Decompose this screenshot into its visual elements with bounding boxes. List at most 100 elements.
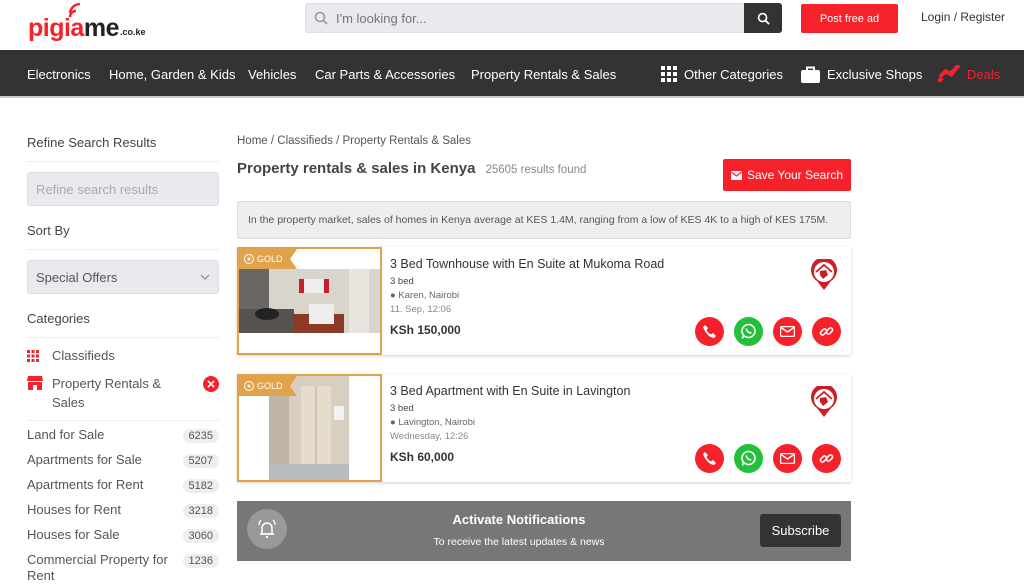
subcategory-label: Land for Sale — [27, 427, 105, 442]
contact-actions — [695, 444, 841, 473]
breadcrumb-home[interactable]: Home — [237, 135, 268, 147]
refine-search-input[interactable]: Refine search results — [27, 172, 219, 206]
subcategory-item[interactable]: Commercial Property for Rent 1236 — [27, 552, 219, 584]
agent-logo-icon[interactable] — [810, 384, 838, 423]
subcategory-item[interactable]: Apartments for Sale 5207 — [27, 452, 219, 477]
save-search-label: Save Your Search — [746, 168, 844, 182]
call-button[interactable] — [695, 444, 724, 473]
handshake-icon — [938, 65, 960, 83]
nav-label: Deals — [967, 66, 1001, 82]
nav-item-exclusive-shops[interactable]: Exclusive Shops — [801, 50, 922, 98]
email-button[interactable] — [773, 444, 802, 473]
listing-beds: 3 bed — [390, 276, 414, 287]
gold-badge: ★ GOLD — [239, 249, 297, 269]
envelope-icon — [730, 170, 742, 180]
nav-label: Other Categories — [684, 66, 783, 82]
badge-label: GOLD — [257, 254, 283, 264]
listing-price: KSh 60,000 — [390, 450, 455, 464]
email-button[interactable] — [773, 317, 802, 346]
listing-location: ● Karen, Nairobi — [390, 290, 459, 301]
nav-item-vehicles[interactable]: Vehicles — [248, 50, 296, 98]
envelope-icon — [780, 326, 795, 337]
whatsapp-button[interactable] — [734, 444, 763, 473]
refine-title: Refine Search Results — [27, 130, 219, 162]
sort-value: Special Offers — [36, 269, 118, 285]
gold-badge: ★ GOLD — [239, 376, 297, 396]
star-icon: ★ — [244, 254, 254, 264]
main-content: Home / Classifieds / Property Rentals & … — [237, 130, 851, 482]
notification-title: Activate Notifications — [452, 512, 586, 527]
breadcrumb-current: Property Rentals & Sales — [342, 135, 471, 147]
link-icon — [819, 454, 834, 463]
listing-location: ● Lavington, Nairobi — [390, 417, 475, 428]
login-register-link[interactable]: Login / Register — [921, 10, 1005, 24]
subcategory-label: Houses for Rent — [27, 502, 121, 517]
search-icon — [306, 11, 336, 25]
subcategory-item[interactable]: Houses for Rent 3218 — [27, 502, 219, 527]
top-header: pigiame.co.ke Post free ad Login / Regis… — [0, 0, 1024, 50]
count-badge: 5182 — [182, 479, 219, 493]
agent-logo-icon[interactable] — [810, 257, 838, 296]
nav-item-deals[interactable]: Deals — [938, 50, 1000, 98]
subcategory-label: Commercial Property for Rent — [27, 552, 168, 583]
phone-icon — [703, 325, 716, 338]
search-bar — [305, 3, 782, 33]
listing-beds: 3 bed — [390, 403, 414, 414]
listing-photo — [239, 269, 380, 333]
whatsapp-button[interactable] — [734, 317, 763, 346]
call-button[interactable] — [695, 317, 724, 346]
listing-thumbnail[interactable]: ★ GOLD — [237, 374, 382, 482]
search-icon — [757, 12, 770, 25]
location-label: Karen, Nairobi — [398, 290, 460, 301]
whatsapp-icon — [741, 323, 756, 339]
site-logo[interactable]: pigia me .co.ke — [28, 3, 146, 42]
listing-thumbnail[interactable]: ★ GOLD — [237, 247, 382, 355]
subcategory-item[interactable]: Houses for Sale 3060 — [27, 527, 219, 552]
sort-by-title: Sort By — [27, 218, 219, 250]
post-free-ad-button[interactable]: Post free ad — [801, 4, 898, 33]
subcategory-item[interactable]: Apartments for Rent 5182 — [27, 477, 219, 502]
listing-title[interactable]: 3 Bed Apartment with En Suite in Lavingt… — [390, 384, 630, 398]
page-heading: Property rentals & sales in Kenya 25605 … — [237, 160, 586, 177]
category-classifieds[interactable]: Classifieds — [27, 348, 219, 365]
logo-tld: .co.ke — [119, 27, 146, 37]
nav-item-property[interactable]: Property Rentals & Sales — [471, 50, 616, 98]
logo-text-dark: me — [83, 14, 120, 42]
listing-card[interactable]: ★ GOLD 3 Bed Townhouse with En Suite at M… — [237, 247, 851, 355]
listing-title[interactable]: 3 Bed Townhouse with En Suite at Mukoma … — [390, 257, 664, 271]
store-icon — [27, 374, 52, 395]
chevron-down-icon — [200, 274, 210, 280]
share-link-button[interactable] — [812, 317, 841, 346]
subcategory-list: Land for Sale 6235 Apartments for Sale 520… — [27, 420, 219, 584]
page-title: Property rentals & sales in Kenya — [237, 160, 476, 177]
search-input[interactable] — [336, 10, 781, 26]
remove-category-icon[interactable] — [203, 376, 219, 397]
listing-price: KSh 150,000 — [390, 323, 461, 337]
search-button[interactable] — [744, 3, 782, 33]
category-active-property[interactable]: Property Rentals & Sales — [27, 374, 219, 412]
nav-item-electronics[interactable]: Electronics — [27, 50, 91, 98]
briefcase-icon — [801, 66, 820, 83]
count-badge: 3218 — [182, 504, 219, 518]
nav-item-other-categories[interactable]: Other Categories — [661, 50, 783, 98]
category-label: Classifieds — [52, 348, 115, 363]
subscribe-button[interactable]: Subscribe — [760, 514, 841, 547]
listing-card[interactable]: ★ GOLD 3 Bed Apartment with En Suite in L… — [237, 374, 851, 482]
sort-by-select[interactable]: Special Offers — [27, 260, 219, 294]
wifi-signal-icon — [68, 3, 81, 18]
save-search-button[interactable]: Save Your Search — [723, 159, 851, 191]
phone-icon — [703, 452, 716, 465]
share-link-button[interactable] — [812, 444, 841, 473]
subcategory-item[interactable]: Land for Sale 6235 — [27, 427, 219, 452]
nav-item-car-parts[interactable]: Car Parts & Accessories — [315, 50, 455, 98]
whatsapp-icon — [741, 450, 756, 466]
count-badge: 6235 — [182, 429, 219, 443]
breadcrumb: Home / Classifieds / Property Rentals & … — [237, 135, 471, 147]
market-info-box: In the property market, sales of homes i… — [237, 201, 851, 239]
nav-label: Exclusive Shops — [827, 66, 923, 82]
subcategory-label: Apartments for Rent — [27, 477, 144, 492]
nav-item-home-garden-kids[interactable]: Home, Garden & Kids — [109, 50, 235, 98]
location-pin-icon: ● — [390, 417, 396, 428]
subcategory-label: Apartments for Sale — [27, 452, 142, 467]
breadcrumb-classifieds[interactable]: Classifieds — [277, 135, 333, 147]
